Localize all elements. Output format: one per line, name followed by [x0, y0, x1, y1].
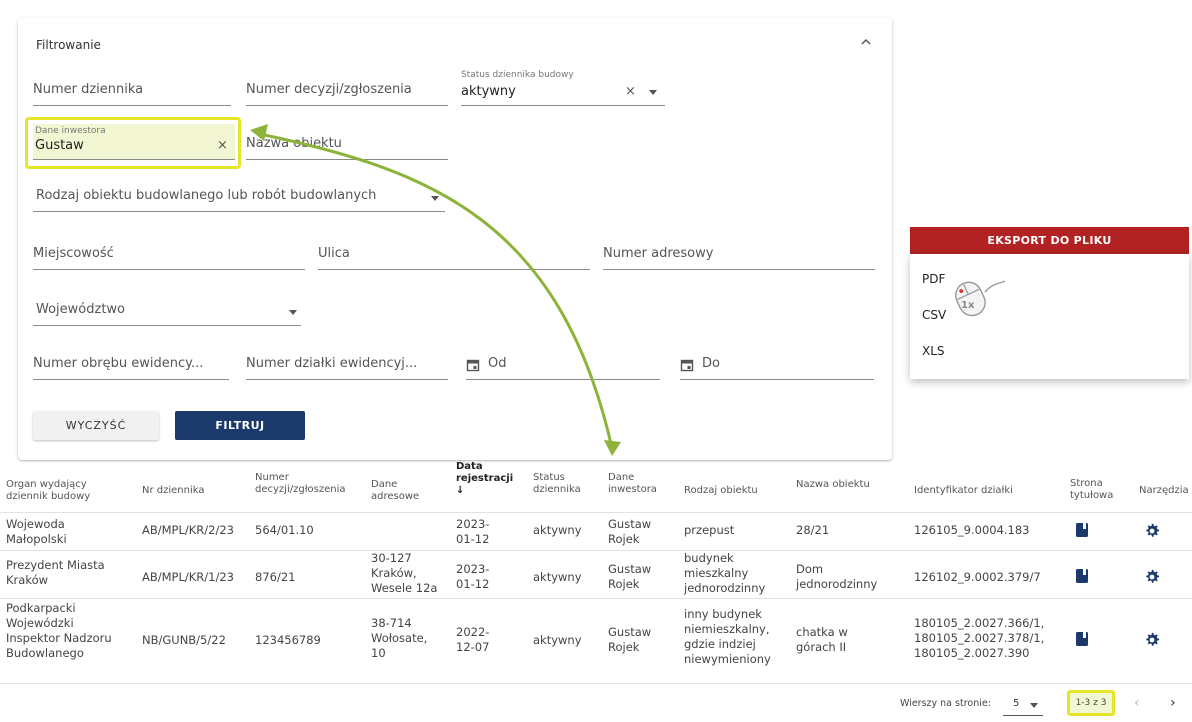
- chevron-down-icon[interactable]: [649, 90, 657, 95]
- object-type-select[interactable]: Rodzaj obiektu budowlanego lub robót bud…: [33, 182, 445, 212]
- calendar-icon[interactable]: [680, 358, 694, 372]
- cell-reg-date: 2023-01-12: [456, 517, 490, 546]
- status-select[interactable]: Status dziennika budowy aktywny ×: [461, 70, 665, 106]
- cell-organ: Wojewoda Małopolski: [6, 517, 67, 546]
- cell-investor: Gustaw Rojek: [608, 562, 652, 591]
- object-name-input[interactable]: Nazwa obiektu: [246, 130, 448, 160]
- chevron-down-icon[interactable]: [289, 310, 297, 315]
- export-xls-option[interactable]: XLS: [922, 344, 945, 358]
- chevron-up-icon[interactable]: [858, 34, 874, 50]
- header-object-type: Rodzaj obiektu: [684, 485, 758, 496]
- divider: [0, 598, 1192, 599]
- voivodeship-select[interactable]: Województwo: [33, 296, 301, 326]
- book-icon[interactable]: [1076, 569, 1088, 583]
- divider: [0, 512, 1192, 513]
- chevron-down-icon[interactable]: [431, 196, 439, 201]
- gear-icon[interactable]: [1144, 632, 1160, 648]
- header-journal-no: Nr dziennika: [142, 485, 205, 496]
- header-decision-no: Numer decyzji/zgłoszenia: [255, 472, 346, 495]
- export-csv-option[interactable]: CSV: [922, 308, 946, 322]
- header-object-name: Nazwa obiektu: [796, 479, 870, 490]
- cell-reg-date: 2022-12-07: [456, 625, 490, 654]
- sort-arrow-icon[interactable]: ↓: [456, 485, 464, 496]
- rows-per-page-value: 5: [1013, 698, 1020, 709]
- cell-decision-no: 564/01.10: [255, 523, 314, 537]
- cell-object-type: budynek mieszkalny jednorodzinny: [684, 551, 766, 595]
- header-status: Status dziennika: [533, 472, 581, 495]
- cell-organ: Podkarpacki Wojewódzki Inspektor Nadzoru…: [6, 601, 112, 660]
- cell-parcel-id: 126102_9.0002.379/7: [914, 570, 1041, 584]
- cell-journal-no: AB/MPL/KR/1/23: [142, 570, 234, 584]
- divider: [0, 550, 1192, 551]
- cell-parcel-id: 180105_2.0027.366/1, 180105_2.0027.378/1…: [914, 616, 1045, 660]
- address-number-input[interactable]: Numer adresowy: [603, 240, 875, 270]
- filter-panel: Filtrowanie Numer dziennika Numer decyzj…: [18, 18, 892, 460]
- export-button[interactable]: EKSPORT DO PLIKU: [910, 227, 1189, 254]
- status-label: Status dziennika budowy: [461, 70, 574, 80]
- city-input[interactable]: Miejscowość: [33, 240, 305, 270]
- rows-per-page-label: Wierszy na stronie:: [900, 698, 991, 709]
- header-organ: Organ wydający dziennik budowy: [6, 479, 91, 502]
- date-from-input[interactable]: Od: [466, 350, 660, 380]
- calendar-icon[interactable]: [466, 358, 480, 372]
- status-value: aktywny: [461, 84, 516, 99]
- cell-investor: Gustaw Rojek: [608, 517, 652, 546]
- journal-number-input[interactable]: Numer dziennika: [33, 76, 231, 106]
- cell-reg-date: 2023-01-12: [456, 562, 490, 591]
- header-parcel-id: Identyfikator działki: [914, 485, 1013, 496]
- gear-icon[interactable]: [1144, 523, 1160, 539]
- cell-status: aktywny: [533, 570, 582, 584]
- filter-button[interactable]: FILTRUJ: [175, 411, 305, 440]
- decision-number-input[interactable]: Numer decyzji/zgłoszenia: [246, 76, 448, 106]
- chevron-down-icon[interactable]: [1030, 703, 1038, 708]
- divider: [0, 683, 1192, 684]
- header-reg-date[interactable]: Data rejestracji ↓: [456, 461, 516, 497]
- export-pdf-option[interactable]: PDF: [922, 272, 945, 286]
- cell-address: 30-127 Kraków, Wesele 12a: [371, 551, 438, 595]
- cell-decision-no: 123456789: [255, 633, 321, 647]
- header-tools: Narzędzia: [1139, 485, 1189, 496]
- rows-per-page-select[interactable]: 5: [1003, 690, 1043, 716]
- next-page-icon[interactable]: ›: [1170, 695, 1176, 711]
- mouse-click-icon: 1x: [955, 280, 1005, 317]
- gear-icon[interactable]: [1144, 569, 1160, 585]
- book-icon[interactable]: [1076, 632, 1088, 646]
- street-input[interactable]: Ulica: [318, 240, 590, 270]
- cell-object-name: 28/21: [796, 523, 830, 537]
- cell-object-name: chatka w górach II: [796, 625, 848, 654]
- header-address: Dane adresowe: [371, 479, 420, 502]
- highlight-box: [25, 117, 241, 169]
- cell-address: 38-714 Wołosate, 10: [371, 616, 428, 660]
- cell-decision-no: 876/21: [255, 570, 296, 584]
- click-count-label: 1x: [961, 300, 975, 311]
- cell-object-name: Dom jednorodzinny: [796, 562, 878, 591]
- clear-icon[interactable]: ×: [625, 84, 636, 99]
- prev-page-icon[interactable]: ‹: [1134, 695, 1140, 711]
- filter-title: Filtrowanie: [36, 38, 101, 52]
- cell-journal-no: NB/GUNB/5/22: [142, 633, 226, 647]
- page-range: 1-3 z 3: [1067, 690, 1115, 716]
- header-investor: Dane inwestora: [608, 472, 657, 495]
- cell-object-type: inny budynek niemieszkalny, gdzie indzie…: [684, 607, 771, 666]
- clear-button[interactable]: WYCZYŚĆ: [33, 411, 159, 440]
- cell-journal-no: AB/MPL/KR/2/23: [142, 523, 234, 537]
- cell-parcel-id: 126105_9.0004.183: [914, 523, 1030, 537]
- cell-organ: Prezydent Miasta Kraków: [6, 558, 105, 587]
- parcel-number-input[interactable]: Numer działki ewidencyj...: [246, 350, 448, 380]
- cell-status: aktywny: [533, 523, 582, 537]
- cell-object-type: przepust: [684, 523, 735, 537]
- precinct-number-input[interactable]: Numer obrębu ewidency...: [33, 350, 229, 380]
- date-to-input[interactable]: Do: [680, 350, 874, 380]
- header-title-page: Strona tytułowa: [1070, 478, 1114, 501]
- book-icon[interactable]: [1076, 523, 1088, 537]
- cell-investor: Gustaw Rojek: [608, 625, 652, 654]
- cell-status: aktywny: [533, 633, 582, 647]
